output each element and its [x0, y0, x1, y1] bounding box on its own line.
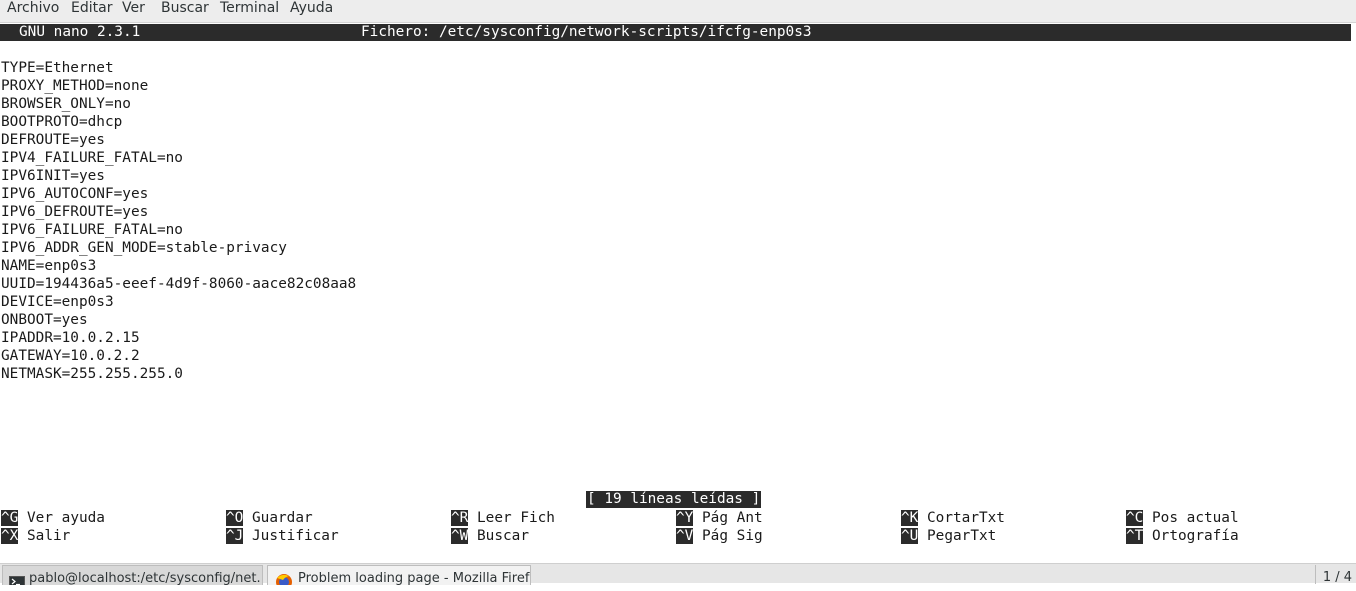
status-message: [ 19 líneas leídas ] — [586, 491, 762, 508]
shortcut-label: Pág Sig — [702, 528, 763, 544]
shortcut-pegartxt[interactable]: ^U PegarTxt — [901, 527, 996, 545]
config-line: TYPE=Ethernet — [1, 60, 114, 76]
shortcut-key: ^R — [451, 510, 469, 526]
config-line: IPV6_ADDR_GEN_MODE=stable-privacy — [1, 240, 287, 256]
task-firefox[interactable]: Problem loading page - Mozilla Firefox — [267, 565, 531, 585]
config-line: NAME=enp0s3 — [1, 258, 97, 274]
shortcut-label: Salir — [27, 528, 71, 544]
shortcut-label: Pos actual — [1152, 510, 1239, 526]
config-line: IPV6INIT=yes — [1, 168, 105, 184]
config-line: UUID=194436a5-eeef-4d9f-8060-aace82c08aa… — [1, 276, 357, 292]
config-line: IPADDR=10.0.2.15 — [1, 330, 140, 346]
firefox-icon — [274, 572, 294, 585]
menu-archivo[interactable]: Archivo — [7, 0, 59, 22]
terminal-area[interactable]: GNU nano 2.3.1 Fichero: /etc/sysconfig/n… — [0, 23, 1356, 563]
config-line: NETMASK=255.255.255.0 — [1, 366, 183, 382]
shortcut-guardar[interactable]: ^O Guardar — [226, 509, 313, 527]
menu-buscar[interactable]: Buscar — [161, 0, 209, 22]
shortcut-key: ^W — [451, 528, 469, 544]
shortcut-key: ^U — [901, 528, 919, 544]
shortcut-key: ^T — [1126, 528, 1144, 544]
shortcut-key: ^Y — [676, 510, 694, 526]
menu-ayuda[interactable]: Ayuda — [290, 0, 333, 22]
shortcut-key: ^O — [226, 510, 244, 526]
config-line: DEVICE=enp0s3 — [1, 294, 114, 310]
shortcut-salir[interactable]: ^X Salir — [1, 527, 70, 545]
config-line: PROXY_METHOD=none — [1, 78, 149, 94]
shortcut-justificar[interactable]: ^J Justificar — [226, 527, 339, 545]
config-line: ONBOOT=yes — [1, 312, 88, 328]
shortcut-label: Pág Ant — [702, 510, 763, 526]
config-line: IPV6_AUTOCONF=yes — [1, 186, 149, 202]
config-line: IPV6_FAILURE_FATAL=no — [1, 222, 183, 238]
shortcut-label: Justificar — [252, 528, 339, 544]
menu-editar[interactable]: Editar — [71, 0, 112, 22]
shortcut-pág-sig[interactable]: ^V Pág Sig — [676, 527, 763, 545]
shortcut-label: Ortografía — [1152, 528, 1239, 544]
menu-terminal[interactable]: Terminal — [220, 0, 279, 22]
shortcut-label: Leer Fich — [477, 510, 555, 526]
shortcut-label: Guardar — [252, 510, 313, 526]
shortcut-key: ^J — [226, 528, 244, 544]
taskbar: pablo@localhost:/etc/sysconfig/net... Pr… — [0, 563, 1356, 585]
config-line: BOOTPROTO=dhcp — [1, 114, 123, 130]
shortcut-key: ^K — [901, 510, 919, 526]
shortcut-key: ^V — [676, 528, 694, 544]
task-firefox-label: Problem loading page - Mozilla Firefox — [298, 571, 531, 585]
config-line: GATEWAY=10.0.2.2 — [1, 348, 140, 364]
menu-ver[interactable]: Ver — [122, 0, 145, 22]
shortcut-key: ^G — [1, 510, 19, 526]
shortcut-pág-ant[interactable]: ^Y Pág Ant — [676, 509, 763, 527]
shortcut-key: ^X — [1, 528, 19, 544]
shortcut-label: Ver ayuda — [27, 510, 105, 526]
shortcut-leer-fich[interactable]: ^R Leer Fich — [451, 509, 555, 527]
nano-file-name: Fichero: /etc/sysconfig/network-scripts/… — [361, 24, 812, 40]
config-line: BROWSER_ONLY=no — [1, 96, 131, 112]
shortcut-cortartxt[interactable]: ^K CortarTxt — [901, 509, 1005, 527]
terminal-icon — [9, 572, 25, 585]
shortcut-ver-ayuda[interactable]: ^G Ver ayuda — [1, 509, 105, 527]
nano-version: GNU nano 2.3.1 — [19, 24, 141, 40]
config-line: IPV6_DEFROUTE=yes — [1, 204, 149, 220]
shortcut-key: ^C — [1126, 510, 1144, 526]
config-line: IPV4_FAILURE_FATAL=no — [1, 150, 183, 166]
shortcut-label: PegarTxt — [927, 528, 997, 544]
shortcut-label: Buscar — [477, 528, 529, 544]
shortcut-ortografía[interactable]: ^T Ortografía — [1126, 527, 1239, 545]
workspace-pager[interactable]: 1 / 4 — [1315, 565, 1352, 585]
nano-title-bar: GNU nano 2.3.1 Fichero: /etc/sysconfig/n… — [0, 24, 1351, 41]
shortcut-pos-actual[interactable]: ^C Pos actual — [1126, 509, 1239, 527]
shortcut-label: CortarTxt — [927, 510, 1005, 526]
shortcut-buscar[interactable]: ^W Buscar — [451, 527, 529, 545]
config-line: DEFROUTE=yes — [1, 132, 105, 148]
menubar: Archivo Editar Ver Buscar Terminal Ayuda — [0, 0, 1356, 23]
task-terminal[interactable]: pablo@localhost:/etc/sysconfig/net... — [2, 565, 263, 585]
task-terminal-label: pablo@localhost:/etc/sysconfig/net... — [29, 571, 263, 585]
